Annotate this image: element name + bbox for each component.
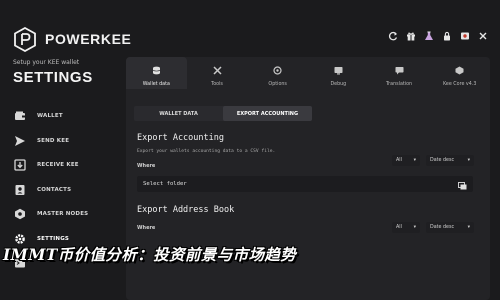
- window-toolbar: [387, 30, 488, 41]
- close-icon[interactable]: [477, 30, 488, 41]
- setup-subtitle: Setup your KEE wallet: [13, 59, 80, 66]
- chevron-down-icon: ▾: [467, 158, 470, 163]
- address-book-sort-select[interactable]: Date desc ▾: [426, 222, 474, 233]
- export-address-book-title: Export Address Book: [137, 205, 235, 215]
- lock-icon[interactable]: [441, 30, 452, 41]
- chevron-down-icon: ▾: [413, 158, 416, 163]
- overlay-headline: IMMT币价值分析：投资前景与市场趋势: [3, 245, 297, 264]
- debug-icon: [334, 60, 343, 79]
- sidebar-item-label: CONTACTS: [37, 186, 72, 193]
- open-folder-icon[interactable]: [458, 175, 467, 194]
- export-accounting-description: Export your wallets accounting data to a…: [137, 149, 276, 154]
- database-icon: [152, 60, 161, 79]
- sidebar-item-label: MASTER NODES: [37, 211, 89, 218]
- accounting-sort-select[interactable]: Date desc ▾: [426, 155, 474, 166]
- tab-debug[interactable]: Debug: [308, 57, 369, 89]
- filter-value: All: [396, 225, 402, 230]
- tab-translation[interactable]: Translation: [369, 57, 430, 89]
- core-icon: [455, 60, 464, 79]
- page-title: SETTINGS: [13, 69, 93, 86]
- sidebar-item-contacts[interactable]: CONTACTS: [13, 178, 113, 203]
- flask-icon[interactable]: [423, 30, 434, 41]
- accounting-folder-field[interactable]: Select folder: [137, 176, 473, 192]
- export-accounting-where-label: Where: [137, 163, 156, 169]
- masternode-icon: [13, 207, 27, 221]
- sidebar-item-master-nodes[interactable]: MASTER NODES: [13, 202, 113, 227]
- translation-icon: [395, 60, 404, 79]
- contacts-icon: [13, 183, 27, 197]
- sidebar-item-label: SEND KEE: [37, 137, 70, 144]
- sidebar-item-label: WALLET: [37, 113, 63, 120]
- sort-value: Date desc: [430, 158, 455, 163]
- brand-logo: POWERKEE: [13, 26, 131, 52]
- settings-tabs: Wallet data Tools Options Debug Translat…: [126, 57, 490, 89]
- accounting-filter-select[interactable]: All ▾: [392, 155, 420, 166]
- sidebar-item-label: RECEIVE KEE: [37, 162, 79, 169]
- refresh-icon[interactable]: [387, 30, 398, 41]
- tab-options[interactable]: Options: [247, 57, 308, 89]
- folder-placeholder: Select folder: [143, 181, 187, 187]
- address-book-filter-select[interactable]: All ▾: [392, 222, 420, 233]
- send-icon: [13, 134, 27, 148]
- tab-tools[interactable]: Tools: [187, 57, 248, 89]
- flag-icon[interactable]: [459, 30, 470, 41]
- filter-value: All: [396, 158, 402, 163]
- tab-kee-core[interactable]: Kee Core v4.3: [429, 57, 490, 89]
- wallet-icon: [13, 109, 27, 123]
- tab-label: Tools: [211, 81, 223, 87]
- receive-icon: [13, 158, 27, 172]
- subtab-wallet-data[interactable]: WALLET DATA: [134, 106, 223, 121]
- powerkee-logo-icon: [13, 26, 37, 52]
- sort-value: Date desc: [430, 225, 455, 230]
- gift-icon[interactable]: [405, 30, 416, 41]
- options-icon: [273, 60, 282, 79]
- tab-wallet-data[interactable]: Wallet data: [126, 57, 187, 89]
- tab-label: Kee Core v4.3: [442, 81, 477, 87]
- tab-label: Wallet data: [142, 81, 170, 87]
- sidebar-item-label: SETTINGS: [37, 235, 70, 242]
- tab-label: Translation: [385, 81, 413, 87]
- export-accounting-title: Export Accounting: [137, 133, 224, 143]
- sidebar-item-wallet[interactable]: WALLET: [13, 104, 113, 129]
- brand-name: POWERKEE: [45, 31, 132, 47]
- tab-label: Options: [268, 81, 287, 87]
- tab-label: Debug: [330, 81, 347, 87]
- chevron-down-icon: ▾: [467, 225, 470, 230]
- wallet-data-subtabs: WALLET DATA EXPORT ACCOUNTING: [134, 106, 312, 121]
- export-address-book-where-label: Where: [137, 225, 156, 231]
- chevron-down-icon: ▾: [413, 225, 416, 230]
- subtab-export-accounting[interactable]: EXPORT ACCOUNTING: [223, 106, 312, 121]
- tools-icon: [212, 60, 222, 79]
- sidebar-item-send-kee[interactable]: SEND KEE: [13, 129, 113, 154]
- sidebar-item-receive-kee[interactable]: RECEIVE KEE: [13, 153, 113, 178]
